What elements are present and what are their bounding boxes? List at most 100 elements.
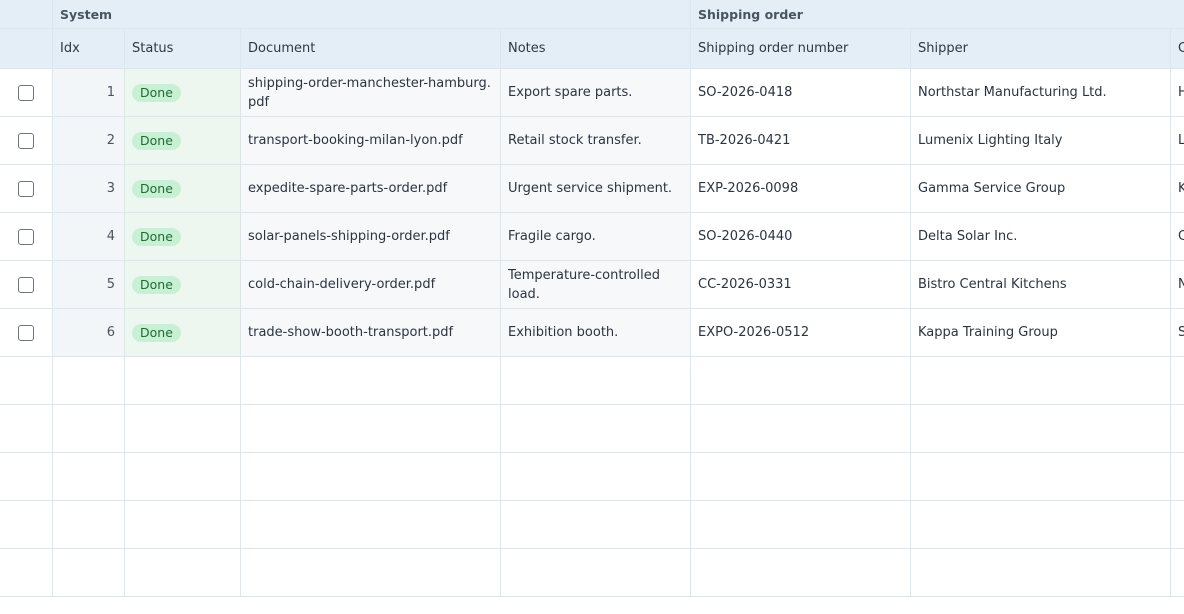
document-cell[interactable]: solar-panels-shipping-order.pdf [241, 213, 501, 261]
empty-cell [241, 549, 501, 597]
empty-cell [53, 549, 125, 597]
column-header-idx[interactable]: Idx [53, 29, 125, 69]
row-select-cell [0, 69, 53, 117]
row-checkbox[interactable] [18, 324, 34, 341]
empty-cell [241, 453, 501, 501]
notes-cell[interactable]: Export spare parts. [501, 69, 691, 117]
table-row[interactable]: 3 Done expedite-spare-parts-order.pdf Ur… [0, 165, 1184, 213]
next-column-cell[interactable]: C [1171, 213, 1184, 261]
document-cell[interactable]: transport-booking-milan-lyon.pdf [241, 117, 501, 165]
empty-cell [125, 357, 241, 405]
table-row[interactable]: 1 Done shipping-order-manchester-hamburg… [0, 69, 1184, 117]
notes-cell[interactable]: Exhibition booth. [501, 309, 691, 357]
status-badge: Done [132, 323, 181, 342]
column-header-document[interactable]: Document [241, 29, 501, 69]
empty-cell [501, 357, 691, 405]
next-column-cell[interactable]: S [1171, 309, 1184, 357]
empty-cell [501, 549, 691, 597]
status-badge: Done [132, 179, 181, 198]
empty-cell [691, 501, 911, 549]
empty-cell [53, 501, 125, 549]
document-cell[interactable]: cold-chain-delivery-order.pdf [241, 261, 501, 309]
next-column-cell[interactable]: K [1171, 165, 1184, 213]
empty-cell [911, 501, 1171, 549]
order-number-cell[interactable]: EXP-2026-0098 [691, 165, 911, 213]
column-header-shipping-order-number[interactable]: Shipping order number [691, 29, 911, 69]
row-select-cell [0, 261, 53, 309]
document-cell[interactable]: expedite-spare-parts-order.pdf [241, 165, 501, 213]
status-cell[interactable]: Done [125, 309, 241, 357]
idx-cell[interactable]: 2 [53, 117, 125, 165]
shipper-cell[interactable]: Lumenix Lighting Italy [911, 117, 1171, 165]
table-row[interactable]: 5 Done cold-chain-delivery-order.pdf Tem… [0, 261, 1184, 309]
shipper-cell[interactable]: Kappa Training Group [911, 309, 1171, 357]
table-row[interactable]: 4 Done solar-panels-shipping-order.pdf F… [0, 213, 1184, 261]
column-header-shipper[interactable]: Shipper [911, 29, 1171, 69]
order-number-cell[interactable]: EXPO-2026-0512 [691, 309, 911, 357]
shipper-cell[interactable]: Delta Solar Inc. [911, 213, 1171, 261]
table-row[interactable]: 2 Done transport-booking-milan-lyon.pdf … [0, 117, 1184, 165]
spreadsheet-grid: System Shipping order Idx Status Documen… [0, 0, 1184, 614]
row-checkbox[interactable] [18, 276, 34, 293]
idx-cell[interactable]: 3 [53, 165, 125, 213]
empty-cell [1171, 501, 1184, 549]
document-cell[interactable]: shipping-order-manchester-hamburg.pdf [241, 69, 501, 117]
column-header-status[interactable]: Status [125, 29, 241, 69]
idx-cell[interactable]: 1 [53, 69, 125, 117]
empty-cell [241, 357, 501, 405]
group-system: System [53, 0, 691, 29]
status-cell[interactable]: Done [125, 261, 241, 309]
empty-cell [911, 453, 1171, 501]
empty-cell [911, 405, 1171, 453]
empty-cell [125, 453, 241, 501]
column-header-next[interactable]: C [1171, 29, 1184, 69]
status-cell[interactable]: Done [125, 69, 241, 117]
select-all-header [0, 29, 53, 69]
status-cell[interactable]: Done [125, 117, 241, 165]
notes-cell[interactable]: Fragile cargo. [501, 213, 691, 261]
document-cell[interactable]: trade-show-booth-transport.pdf [241, 309, 501, 357]
idx-cell[interactable]: 6 [53, 309, 125, 357]
empty-cell [691, 549, 911, 597]
row-checkbox[interactable] [18, 228, 34, 245]
notes-cell[interactable]: Urgent service shipment. [501, 165, 691, 213]
notes-cell[interactable]: Temperature-controlled load. [501, 261, 691, 309]
row-select-cell [0, 309, 53, 357]
row-checkbox[interactable] [18, 84, 34, 101]
row-select-cell [0, 117, 53, 165]
empty-cell [911, 357, 1171, 405]
empty-cell [1171, 453, 1184, 501]
row-checkbox[interactable] [18, 132, 34, 149]
empty-cell [0, 357, 53, 405]
column-header-notes[interactable]: Notes [501, 29, 691, 69]
empty-cell [53, 357, 125, 405]
status-cell[interactable]: Done [125, 213, 241, 261]
order-number-cell[interactable]: TB-2026-0421 [691, 117, 911, 165]
empty-cell [241, 405, 501, 453]
next-column-cell[interactable]: H [1171, 69, 1184, 117]
empty-cell [53, 453, 125, 501]
empty-cell [691, 405, 911, 453]
status-badge: Done [132, 227, 181, 246]
idx-cell[interactable]: 5 [53, 261, 125, 309]
empty-cell [0, 501, 53, 549]
next-column-cell[interactable]: N [1171, 261, 1184, 309]
empty-cell [501, 453, 691, 501]
shipper-cell[interactable]: Gamma Service Group [911, 165, 1171, 213]
empty-cell [501, 501, 691, 549]
empty-cell [241, 501, 501, 549]
column-header-row: Idx Status Document Notes Shipping order… [0, 29, 1184, 69]
order-number-cell[interactable]: CC-2026-0331 [691, 261, 911, 309]
status-cell[interactable]: Done [125, 165, 241, 213]
shipper-cell[interactable]: Northstar Manufacturing Ltd. [911, 69, 1171, 117]
order-number-cell[interactable]: SO-2026-0418 [691, 69, 911, 117]
empty-cell [691, 357, 911, 405]
next-column-cell[interactable]: L [1171, 117, 1184, 165]
row-checkbox[interactable] [18, 180, 34, 197]
order-number-cell[interactable]: SO-2026-0440 [691, 213, 911, 261]
notes-cell[interactable]: Retail stock transfer. [501, 117, 691, 165]
empty-cell [125, 549, 241, 597]
table-row[interactable]: 6 Done trade-show-booth-transport.pdf Ex… [0, 309, 1184, 357]
shipper-cell[interactable]: Bistro Central Kitchens [911, 261, 1171, 309]
idx-cell[interactable]: 4 [53, 213, 125, 261]
